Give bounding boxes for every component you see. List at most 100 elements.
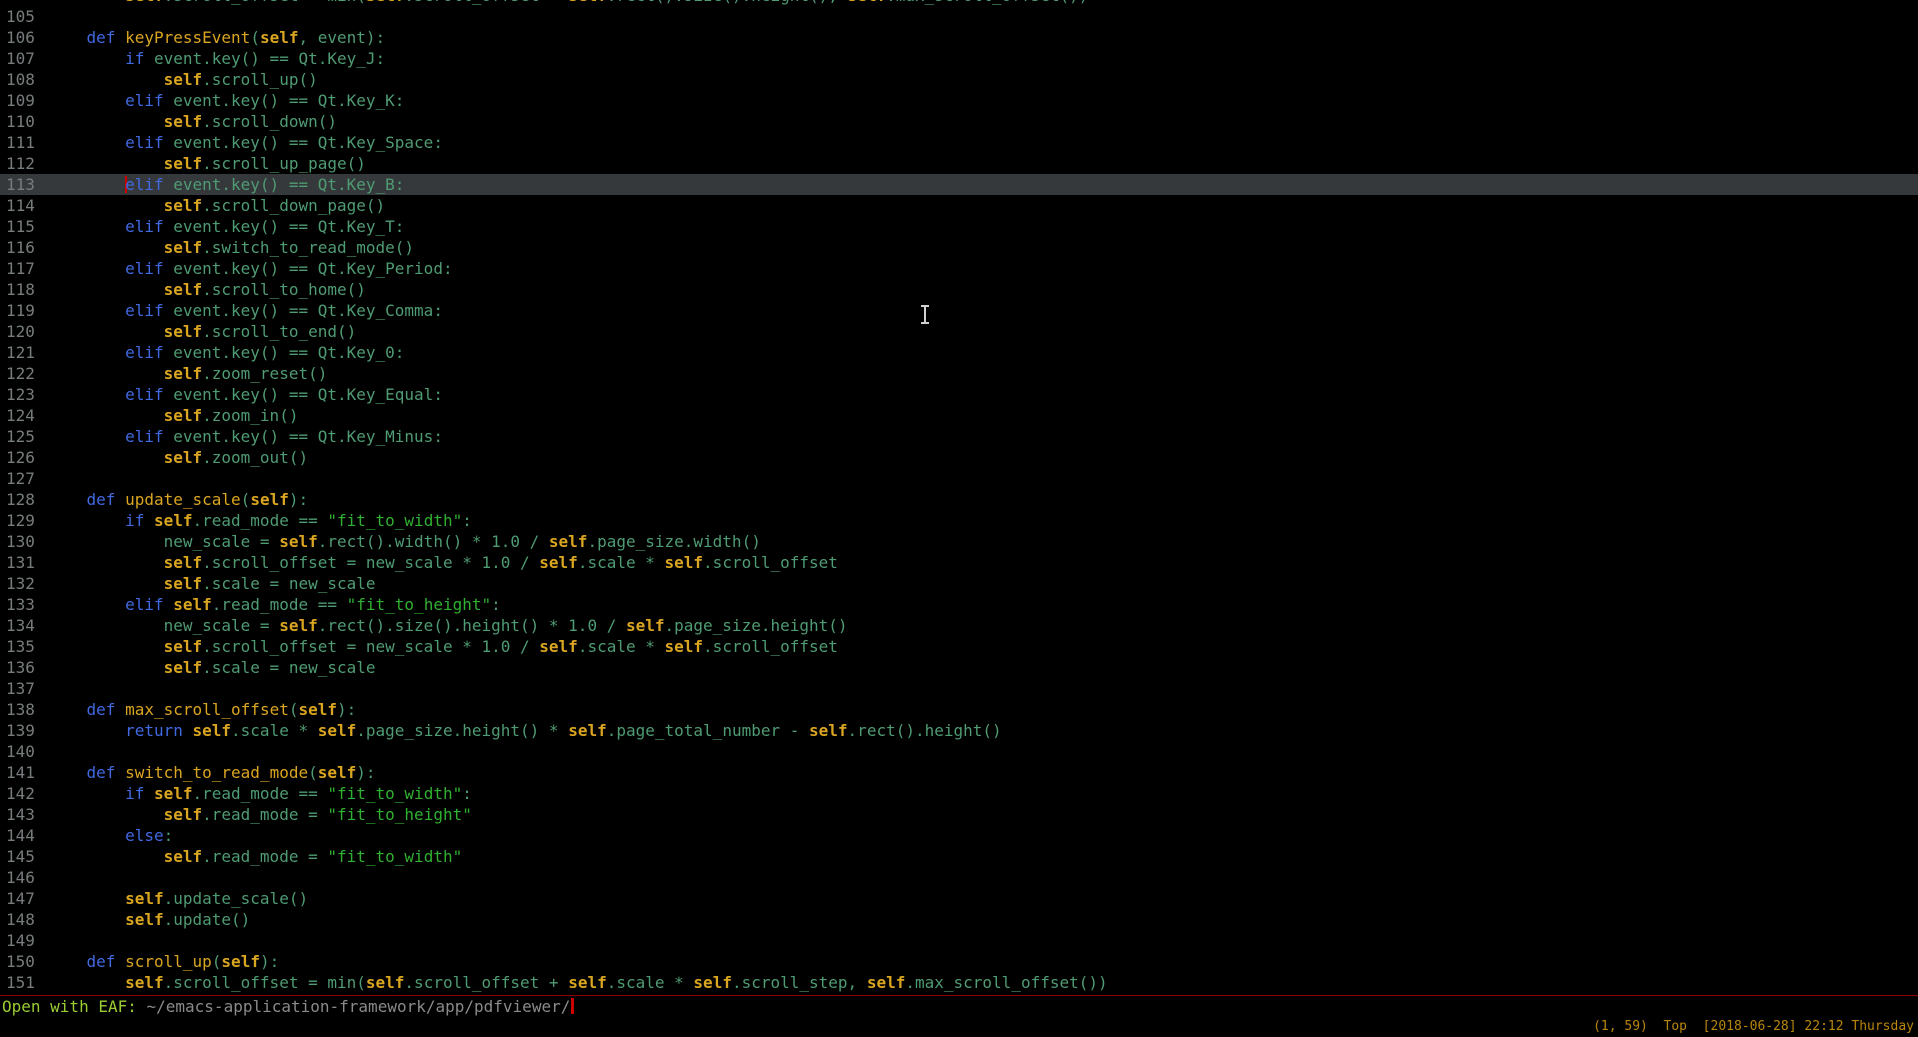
line-code: def keyPressEvent(self, event): [48, 27, 1918, 48]
line-code: elif event.key() == Qt.Key_Period: [48, 258, 1918, 279]
line-code: elif event.key() == Qt.Key_K: [48, 90, 1918, 111]
line-code: else: [48, 825, 1918, 846]
code-line[interactable]: 123 elif event.key() == Qt.Key_Equal: [0, 384, 1918, 405]
line-number: 122 [0, 363, 48, 384]
code-line[interactable]: 105 [0, 6, 1918, 27]
line-code: self.scroll_offset = min(self.scroll_off… [48, 972, 1918, 993]
line-code: new_scale = self.rect().size().height() … [48, 615, 1918, 636]
line-number: 125 [0, 426, 48, 447]
line-code: self.scroll_up() [48, 69, 1918, 90]
code-line[interactable]: 133 elif self.read_mode == "fit_to_heigh… [0, 594, 1918, 615]
line-code: def scroll_up(self): [48, 951, 1918, 972]
line-number: 148 [0, 909, 48, 930]
code-line[interactable]: 138 def max_scroll_offset(self): [0, 699, 1918, 720]
line-number: 132 [0, 573, 48, 594]
code-line[interactable]: 108 self.scroll_up() [0, 69, 1918, 90]
line-code: elif event.key() == Qt.Key_Space: [48, 132, 1918, 153]
line-code: if self.read_mode == "fit_to_width": [48, 783, 1918, 804]
code-line[interactable]: 119 elif event.key() == Qt.Key_Comma: [0, 300, 1918, 321]
code-line[interactable]: 111 elif event.key() == Qt.Key_Space: [0, 132, 1918, 153]
line-number: 151 [0, 972, 48, 993]
line-code: elif event.key() == Qt.Key_Minus: [48, 426, 1918, 447]
line-code: self.scroll_offset = new_scale * 1.0 / s… [48, 636, 1918, 657]
code-line[interactable]: 135 self.scroll_offset = new_scale * 1.0… [0, 636, 1918, 657]
code-line[interactable]: 146 [0, 867, 1918, 888]
code-buffer[interactable]: self.scroll_offset = min(self.scroll_off… [0, 0, 1918, 995]
line-code: elif event.key() == Qt.Key_Comma: [48, 300, 1918, 321]
code-line[interactable]: 112 self.scroll_up_page() [0, 153, 1918, 174]
code-line[interactable]: 150 def scroll_up(self): [0, 951, 1918, 972]
line-code: elif event.key() == Qt.Key_0: [48, 342, 1918, 363]
code-line[interactable]: 141 def switch_to_read_mode(self): [0, 762, 1918, 783]
code-line[interactable]: 140 [0, 741, 1918, 762]
line-number: 139 [0, 720, 48, 741]
line-code [48, 678, 1918, 699]
code-line[interactable]: 116 self.switch_to_read_mode() [0, 237, 1918, 258]
line-code [48, 6, 1918, 27]
line-code [48, 741, 1918, 762]
code-line[interactable]: 131 self.scroll_offset = new_scale * 1.0… [0, 552, 1918, 573]
line-number: 115 [0, 216, 48, 237]
line-code: self.scroll_up_page() [48, 153, 1918, 174]
line-code: self.scroll_to_end() [48, 321, 1918, 342]
line-code: self.scroll_to_home() [48, 279, 1918, 300]
line-number: 135 [0, 636, 48, 657]
code-line[interactable]: 149 [0, 930, 1918, 951]
line-code: self.scroll_offset = new_scale * 1.0 / s… [48, 552, 1918, 573]
code-line[interactable]: 147 self.update_scale() [0, 888, 1918, 909]
code-line[interactable]: 118 self.scroll_to_home() [0, 279, 1918, 300]
line-number: 147 [0, 888, 48, 909]
line-code: self.scroll_down_page() [48, 195, 1918, 216]
line-number: 112 [0, 153, 48, 174]
line-number: 121 [0, 342, 48, 363]
code-line[interactable]: 143 self.read_mode = "fit_to_height" [0, 804, 1918, 825]
code-line[interactable]: 128 def update_scale(self): [0, 489, 1918, 510]
line-number: 141 [0, 762, 48, 783]
code-line[interactable]: 121 elif event.key() == Qt.Key_0: [0, 342, 1918, 363]
line-code [48, 468, 1918, 489]
code-line[interactable]: 136 self.scale = new_scale [0, 657, 1918, 678]
code-line[interactable]: 145 self.read_mode = "fit_to_width" [0, 846, 1918, 867]
line-code: def update_scale(self): [48, 489, 1918, 510]
code-line[interactable]: 125 elif event.key() == Qt.Key_Minus: [0, 426, 1918, 447]
line-code: elif event.key() == Qt.Key_Equal: [48, 384, 1918, 405]
minibuffer[interactable]: Open with EAF: ~/emacs-application-frame… [0, 996, 1918, 1017]
code-line[interactable]: 114 self.scroll_down_page() [0, 195, 1918, 216]
emacs-frame: self.scroll_offset = min(self.scroll_off… [0, 0, 1918, 1037]
code-line[interactable]: 115 elif event.key() == Qt.Key_T: [0, 216, 1918, 237]
code-line[interactable]: 130 new_scale = self.rect().width() * 1.… [0, 531, 1918, 552]
code-line[interactable]: 109 elif event.key() == Qt.Key_K: [0, 90, 1918, 111]
code-line-current[interactable]: 113 elif event.key() == Qt.Key_B: [0, 174, 1918, 195]
minibuffer-input[interactable]: ~/emacs-application-framework/app/pdfvie… [147, 997, 571, 1016]
code-line[interactable]: 134 new_scale = self.rect().size().heigh… [0, 615, 1918, 636]
code-line[interactable]: 106 def keyPressEvent(self, event): [0, 27, 1918, 48]
line-code [48, 930, 1918, 951]
status-tray: (1, 59) Top [2018-06-28] 22:12 Thursday [0, 1017, 1918, 1037]
code-line[interactable]: 124 self.zoom_in() [0, 405, 1918, 426]
line-number: 124 [0, 405, 48, 426]
code-line[interactable]: 126 self.zoom_out() [0, 447, 1918, 468]
code-line[interactable]: 122 self.zoom_reset() [0, 363, 1918, 384]
mouse-cursor-ibeam [924, 307, 926, 322]
code-line[interactable]: 148 self.update() [0, 909, 1918, 930]
line-number: 119 [0, 300, 48, 321]
code-line[interactable]: 137 [0, 678, 1918, 699]
code-line[interactable]: 139 return self.scale * self.page_size.h… [0, 720, 1918, 741]
line-number: 120 [0, 321, 48, 342]
minibuffer-prompt: Open with EAF: [2, 997, 147, 1016]
echo-area: Open with EAF: ~/emacs-application-frame… [0, 995, 1918, 1037]
code-line[interactable]: 129 if self.read_mode == "fit_to_width": [0, 510, 1918, 531]
code-line[interactable]: 151 self.scroll_offset = min(self.scroll… [0, 972, 1918, 993]
code-line[interactable]: 132 self.scale = new_scale [0, 573, 1918, 594]
line-code: self.scale = new_scale [48, 573, 1918, 594]
code-line[interactable]: 127 [0, 468, 1918, 489]
code-line[interactable]: 117 elif event.key() == Qt.Key_Period: [0, 258, 1918, 279]
code-line[interactable]: 142 if self.read_mode == "fit_to_width": [0, 783, 1918, 804]
code-line[interactable]: 107 if event.key() == Qt.Key_J: [0, 48, 1918, 69]
code-line[interactable]: 120 self.scroll_to_end() [0, 321, 1918, 342]
line-number: 113 [0, 174, 48, 195]
code-line[interactable]: 110 self.scroll_down() [0, 111, 1918, 132]
line-number: 117 [0, 258, 48, 279]
line-code: self.switch_to_read_mode() [48, 237, 1918, 258]
code-line[interactable]: 144 else: [0, 825, 1918, 846]
